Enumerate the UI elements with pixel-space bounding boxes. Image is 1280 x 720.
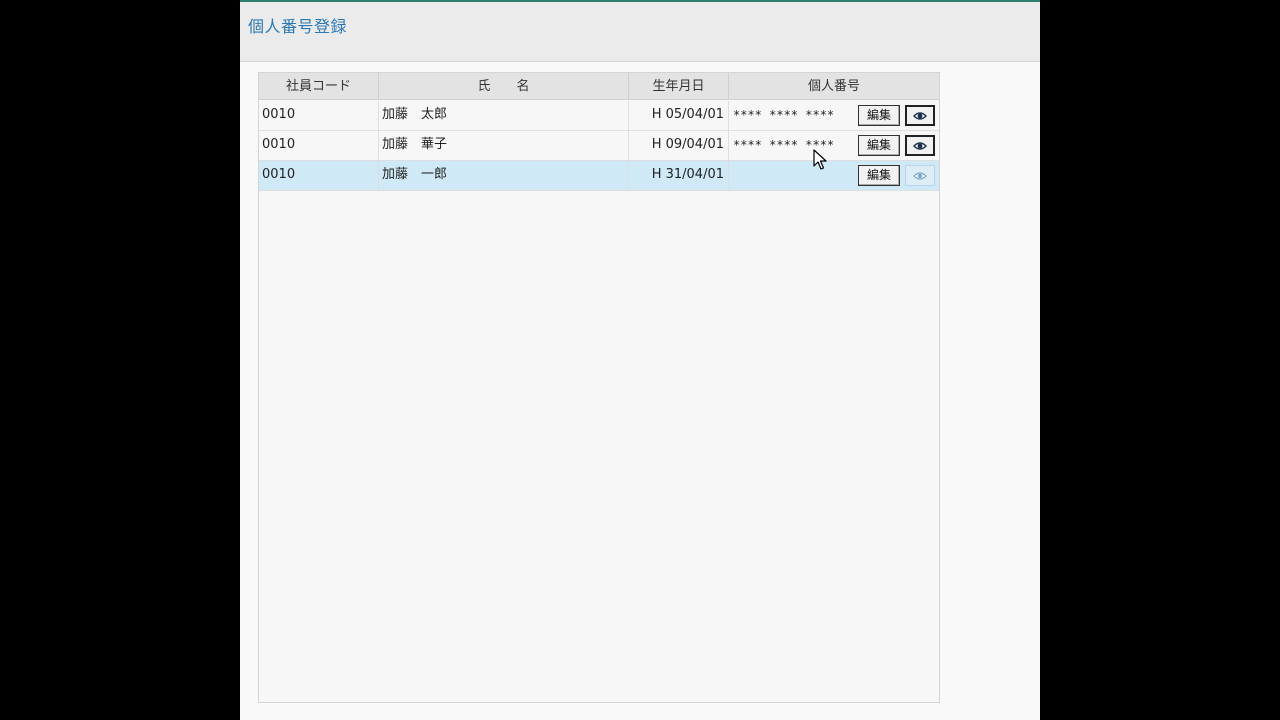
eye-icon <box>913 171 927 180</box>
app-window: 個人番号登録 社員コード 氏 名 生年月日 個人番号 0010 加藤 太郎 H … <box>240 0 1040 720</box>
mouse-pointer-icon <box>813 149 827 170</box>
employee-grid: 社員コード 氏 名 生年月日 個人番号 0010 加藤 太郎 H 05/04/0… <box>258 72 940 703</box>
column-header-name[interactable]: 氏 名 <box>379 73 629 100</box>
view-number-button[interactable] <box>905 135 935 156</box>
view-number-button[interactable] <box>905 105 935 126</box>
employee-name-cell: 加藤 華子 <box>379 131 629 160</box>
table-row-selected[interactable]: 0010 加藤 一郎 H 31/04/01 編集 <box>259 161 939 191</box>
birthdate-cell: H 31/04/01 <box>629 161 729 190</box>
edit-button[interactable]: 編集 <box>858 105 900 126</box>
employee-code-cell: 0010 <box>259 131 379 160</box>
eye-icon <box>913 141 927 150</box>
birthdate-cell: H 05/04/01 <box>629 101 729 130</box>
table-row[interactable]: 0010 加藤 太郎 H 05/04/01 **** **** **** 編集 <box>259 101 939 131</box>
edit-button[interactable]: 編集 <box>858 135 900 156</box>
view-number-button-disabled[interactable] <box>905 165 935 186</box>
column-header-personal-number[interactable]: 個人番号 <box>729 73 939 100</box>
eye-icon <box>913 111 927 120</box>
column-header-birthdate[interactable]: 生年月日 <box>629 73 729 100</box>
employee-code-cell: 0010 <box>259 101 379 130</box>
title-bar: 個人番号登録 <box>240 0 1040 62</box>
grid-header: 社員コード 氏 名 生年月日 個人番号 <box>259 73 939 100</box>
edit-button[interactable]: 編集 <box>858 165 900 186</box>
page-title: 個人番号登録 <box>248 17 348 36</box>
employee-name-cell: 加藤 太郎 <box>379 101 629 130</box>
birthdate-cell: H 09/04/01 <box>629 131 729 160</box>
employee-code-cell: 0010 <box>259 161 379 190</box>
column-header-code[interactable]: 社員コード <box>259 73 379 100</box>
table-row[interactable]: 0010 加藤 華子 H 09/04/01 **** **** **** 編集 <box>259 131 939 161</box>
employee-name-cell: 加藤 一郎 <box>379 161 629 190</box>
